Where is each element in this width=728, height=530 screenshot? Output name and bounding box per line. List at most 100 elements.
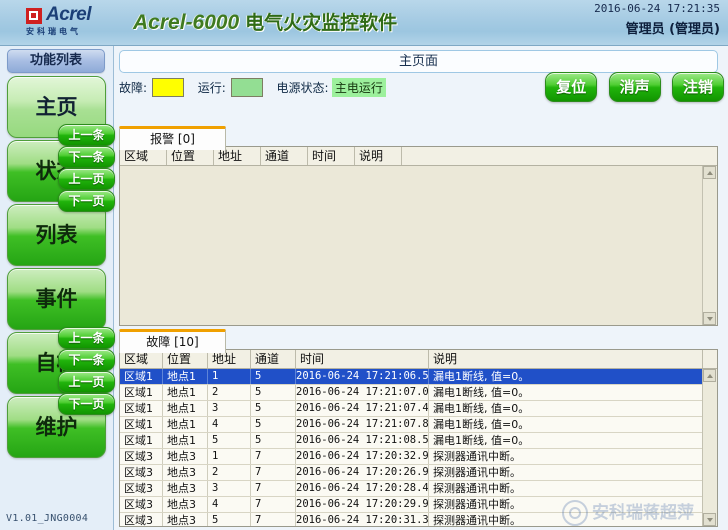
fault-table-row[interactable]: 区域1 地点1 3 5 2016-06-24 17:21:07.437 漏电1断线, 值=… [120, 401, 703, 417]
silence-button[interactable]: 消声 [608, 72, 661, 102]
fault-table-row[interactable]: 区域3 地点3 5 7 2016-06-24 17:20:31.375 探测器通讯中断。 [120, 513, 703, 526]
application-window: Acrel 安科瑞电气 Acrel-6000 电气火灾监控软件 2016-06-… [0, 0, 728, 530]
fault-next-page-button[interactable]: 下一页 [58, 393, 115, 415]
fault-col-desc[interactable]: 说明 [429, 350, 703, 368]
fault-table-row-cell-desc: 漏电1断线, 值=0。 [429, 385, 703, 400]
fault-table-row[interactable]: 区域1 地点1 2 5 2016-06-24 17:21:07.045 漏电1断线, 值=… [120, 385, 703, 401]
fault-table-row[interactable]: 区域1 地点1 4 5 2016-06-24 17:21:07.859 漏电1断线, 值=… [120, 417, 703, 433]
alarm-prev-record-button[interactable]: 上一条 [58, 124, 115, 146]
app-title-en: Acrel-6000 [133, 11, 240, 34]
fault-table-row[interactable]: 区域1 地点1 1 5 2016-06-24 17:21:06.546 漏电1断线, 值=… [120, 369, 703, 385]
fault-prev-page-button[interactable]: 上一页 [58, 371, 115, 393]
alarm-next-page-button[interactable]: 下一页 [58, 190, 115, 212]
fault-prev-record-button[interactable]: 上一条 [58, 327, 115, 349]
fault-table-row-cell-ch: 5 [251, 417, 296, 432]
alarm-col-desc[interactable]: 说明 [355, 147, 402, 165]
fault-label: 故障: [119, 81, 148, 95]
fault-table: 区域 位置 地址 通道 时间 说明 区域1 地点1 1 5 2016-06-24 17:… [119, 349, 718, 527]
fault-table-row-cell-ch: 7 [251, 513, 296, 526]
fault-table-row[interactable]: 区域3 地点3 3 7 2016-06-24 17:20:28.484 探测器通讯中断。 [120, 481, 703, 497]
fault-table-row[interactable]: 区域1 地点1 5 5 2016-06-24 17:21:08.562 漏电1断线, 值=… [120, 433, 703, 449]
power-state-label: 电源状态: [276, 81, 329, 95]
header-user: 管理员 (管理员) [625, 22, 720, 37]
fault-table-row-cell-pos: 地点1 [163, 385, 208, 400]
fault-table-row[interactable]: 区域3 地点3 1 7 2016-06-24 17:20:32.921 探测器通讯中断。 [120, 449, 703, 465]
fault-table-row-cell-addr: 4 [208, 417, 251, 432]
fault-table-row-cell-time: 2016-06-24 17:20:28.484 [296, 481, 429, 496]
version-label: V1.01_JNG0004 [6, 513, 89, 524]
main-content: 主页面 故障: 运行: 电源状态: 主电运行 复位 消声 注销 报警 [0] 上… [58, 46, 728, 530]
alarm-next-record-button[interactable]: 下一条 [58, 146, 115, 168]
fault-table-row[interactable]: 区域3 地点3 4 7 2016-06-24 17:20:29.937 探测器通讯中断。 [120, 497, 703, 513]
fault-table-row-cell-time: 2016-06-24 17:20:26.963 [296, 465, 429, 480]
fault-table-row-cell-area: 区域1 [120, 385, 163, 400]
alarm-table-body [120, 166, 703, 325]
fault-table-row-cell-ch: 5 [251, 433, 296, 448]
fault-table-row-cell-area: 区域3 [120, 513, 163, 526]
fault-table-row-cell-desc: 探测器通讯中断。 [429, 449, 703, 464]
fault-table-row-cell-addr: 1 [208, 369, 251, 384]
fault-table-row-cell-time: 2016-06-24 17:20:29.937 [296, 497, 429, 512]
fault-col-time[interactable]: 时间 [296, 350, 429, 368]
alarm-col-time[interactable]: 时间 [308, 147, 355, 165]
fault-table-row[interactable]: 区域3 地点3 2 7 2016-06-24 17:20:26.963 探测器通讯中断。 [120, 465, 703, 481]
power-state-value: 主电运行 [331, 78, 386, 97]
fault-table-row-cell-desc: 漏电1断线, 值=0。 [429, 369, 703, 384]
fault-table-row-cell-area: 区域1 [120, 369, 163, 384]
fault-table-row-cell-pos: 地点3 [163, 465, 208, 480]
fault-table-row-cell-ch: 5 [251, 385, 296, 400]
fault-indicator-lamp [152, 78, 185, 97]
fault-table-row-cell-addr: 3 [208, 481, 251, 496]
fault-table-row-cell-pos: 地点3 [163, 481, 208, 496]
fault-table-row-cell-addr: 5 [208, 513, 251, 526]
fault-table-row-cell-ch: 5 [251, 401, 296, 416]
tab-alarm[interactable]: 报警 [0] [119, 126, 226, 150]
fault-table-row-cell-ch: 5 [251, 369, 296, 384]
fault-table-row-cell-pos: 地点1 [163, 433, 208, 448]
fault-table-row-cell-pos: 地点3 [163, 513, 208, 526]
alarm-vertical-scrollbar[interactable] [702, 166, 717, 325]
fault-next-record-button[interactable]: 下一条 [58, 349, 115, 371]
logout-button[interactable]: 注销 [672, 72, 724, 102]
fault-table-row-cell-desc: 探测器通讯中断。 [429, 481, 703, 496]
fault-table-row-cell-desc: 探测器通讯中断。 [429, 513, 703, 526]
fault-table-row-cell-pos: 地点1 [163, 417, 208, 432]
fault-table-row-cell-desc: 漏电1断线, 值=0。 [429, 417, 703, 432]
alarm-col-channel[interactable]: 通道 [261, 147, 308, 165]
alarm-prev-page-button[interactable]: 上一页 [58, 168, 115, 190]
fault-table-row-cell-area: 区域3 [120, 465, 163, 480]
page-title: 主页面 [119, 50, 718, 73]
fault-col-channel[interactable]: 通道 [251, 350, 296, 368]
fault-table-row-cell-addr: 2 [208, 385, 251, 400]
fault-vertical-scrollbar[interactable] [702, 369, 717, 526]
alarm-nav-buttons: 上一条 下一条 上一页 下一页 [50, 124, 115, 212]
tab-fault[interactable]: 故障 [10] [119, 329, 226, 353]
fault-table-row-cell-area: 区域1 [120, 401, 163, 416]
alarm-table: 区域 位置 地址 通道 时间 说明 [119, 146, 718, 326]
fault-table-row-cell-pos: 地点1 [163, 401, 208, 416]
reset-button[interactable]: 复位 [545, 72, 598, 102]
fault-scroll-down-icon[interactable] [703, 513, 716, 526]
fault-table-row-cell-desc: 漏电1断线, 值=0。 [429, 433, 703, 448]
app-header: Acrel 安科瑞电气 Acrel-6000 电气火灾监控软件 2016-06-… [0, 0, 728, 46]
fault-table-row-cell-addr: 5 [208, 433, 251, 448]
fault-table-row-cell-time: 2016-06-24 17:21:08.562 [296, 433, 429, 448]
fault-table-row-cell-time: 2016-06-24 17:21:07.437 [296, 401, 429, 416]
alarm-scroll-down-icon[interactable] [703, 312, 716, 325]
fault-table-row-cell-addr: 4 [208, 497, 251, 512]
sidebar-header: 功能列表 [7, 49, 105, 73]
fault-table-row-cell-area: 区域3 [120, 481, 163, 496]
fault-table-row-cell-area: 区域3 [120, 497, 163, 512]
fault-table-row-cell-addr: 3 [208, 401, 251, 416]
header-datetime: 2016-06-24 17:21:35 [594, 2, 720, 15]
fault-table-row-cell-time: 2016-06-24 17:21:06.546 [296, 369, 429, 384]
top-action-buttons: 复位 消声 注销 [537, 72, 724, 102]
alarm-scroll-up-icon[interactable] [703, 166, 716, 179]
fault-table-row-cell-addr: 1 [208, 449, 251, 464]
fault-table-row-cell-ch: 7 [251, 481, 296, 496]
fault-table-row-cell-area: 区域1 [120, 433, 163, 448]
acrel-logo-word: Acrel [46, 4, 92, 25]
sidebar-item-events[interactable]: 事件 [7, 268, 106, 330]
fault-scroll-up-icon[interactable] [703, 369, 716, 382]
sidebar-item-list[interactable]: 列表 [7, 204, 106, 266]
